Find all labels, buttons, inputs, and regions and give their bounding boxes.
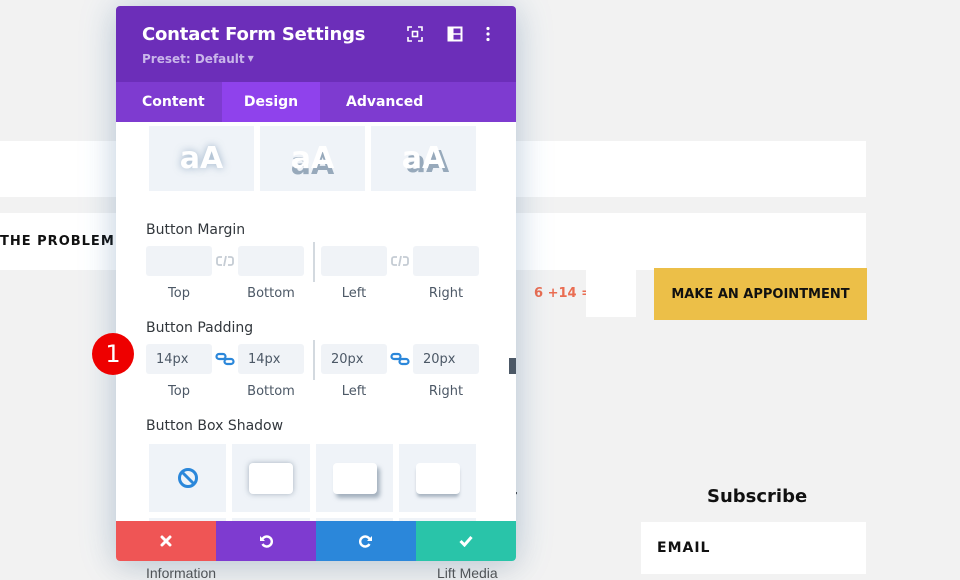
text-sample: aA bbox=[179, 141, 224, 176]
email-input[interactable]: EMAIL bbox=[641, 522, 866, 574]
redo-icon bbox=[359, 535, 372, 548]
margin-bottom-input[interactable] bbox=[238, 246, 304, 276]
make-appointment-button[interactable]: MAKE AN APPOINTMENT bbox=[654, 268, 867, 320]
margin-top-input[interactable] bbox=[146, 246, 212, 276]
caret-down-icon: ▼ bbox=[247, 54, 254, 63]
text-sample: aA bbox=[290, 141, 335, 176]
unlink-icon[interactable] bbox=[215, 254, 235, 268]
checkmark-icon bbox=[459, 536, 473, 547]
text-shadow-option-drop-diagonal[interactable]: aA bbox=[371, 126, 476, 191]
margin-top-label: Top bbox=[168, 286, 190, 301]
box-shadow-option-bottom[interactable] bbox=[399, 444, 476, 512]
problem-text: THE PROBLEM bbox=[0, 234, 115, 249]
step-callout-badge: 1 bbox=[92, 333, 134, 375]
preset-label: Preset: Default bbox=[142, 52, 245, 66]
text-shadow-option-glow[interactable]: aA bbox=[149, 126, 254, 191]
text-shadow-options: aA aA aA bbox=[149, 126, 476, 191]
padding-left-label: Left bbox=[341, 384, 367, 399]
padding-left-input[interactable] bbox=[321, 344, 387, 374]
margin-right-input[interactable] bbox=[413, 246, 479, 276]
settings-tabs: Content Design Advanced bbox=[116, 82, 516, 122]
save-button[interactable] bbox=[416, 521, 516, 561]
shadow-preview bbox=[332, 462, 377, 494]
tab-design[interactable]: Design bbox=[222, 82, 320, 122]
redo-button[interactable] bbox=[316, 521, 416, 561]
padding-top-label: Top bbox=[168, 384, 190, 399]
no-shadow-icon bbox=[177, 468, 198, 488]
link-icon[interactable] bbox=[390, 352, 410, 366]
modal-body[interactable]: aA aA aA Button Margin Top Bottom Left R… bbox=[116, 122, 516, 521]
box-shadow-options bbox=[149, 444, 476, 521]
split-view-icon[interactable] bbox=[447, 26, 463, 42]
expand-icon[interactable] bbox=[407, 26, 423, 42]
margin-right-label: Right bbox=[428, 286, 464, 301]
button-margin-controls: Top Bottom Left Right bbox=[146, 242, 479, 306]
box-shadow-option-all[interactable] bbox=[232, 444, 310, 512]
tab-content[interactable]: Content bbox=[116, 82, 222, 122]
padding-bottom-input[interactable] bbox=[238, 344, 304, 374]
preset-dropdown[interactable]: Preset: Default ▼ bbox=[142, 52, 254, 66]
modal-title: Contact Form Settings bbox=[142, 24, 366, 45]
padding-bottom-label: Bottom bbox=[247, 384, 295, 399]
divider bbox=[313, 340, 315, 380]
subscribe-heading: Subscribe bbox=[707, 486, 808, 507]
unlink-icon[interactable] bbox=[390, 254, 410, 268]
more-options-icon[interactable] bbox=[480, 26, 496, 42]
button-padding-label: Button Padding bbox=[146, 320, 254, 336]
divider bbox=[313, 242, 315, 282]
box-shadow-option-none[interactable] bbox=[149, 444, 226, 512]
close-icon bbox=[160, 535, 172, 547]
margin-bottom-label: Bottom bbox=[247, 286, 295, 301]
box-shadow-option-bottom-right[interactable] bbox=[316, 444, 393, 512]
captcha-question: 6 +14 = bbox=[534, 286, 592, 301]
button-padding-controls: Top Bottom Left Right bbox=[146, 340, 479, 404]
text-shadow-option-drop-below[interactable]: aA bbox=[260, 126, 365, 191]
contact-form-settings-modal: Contact Form Settings Preset: Default ▼ C… bbox=[116, 6, 516, 561]
footer-link-lift-media[interactable]: Lift Media bbox=[437, 565, 498, 580]
button-margin-label: Button Margin bbox=[146, 222, 246, 238]
padding-right-label: Right bbox=[428, 384, 464, 399]
cancel-button[interactable] bbox=[116, 521, 216, 561]
margin-left-input[interactable] bbox=[321, 246, 387, 276]
margin-left-label: Left bbox=[341, 286, 367, 301]
padding-right-input[interactable] bbox=[413, 344, 479, 374]
shadow-preview bbox=[249, 462, 293, 494]
shadow-preview bbox=[415, 462, 460, 494]
padding-top-input[interactable] bbox=[146, 344, 212, 374]
undo-icon bbox=[260, 535, 273, 548]
captcha-input[interactable] bbox=[586, 270, 636, 317]
footer-link-information[interactable]: Information bbox=[146, 565, 216, 580]
modal-action-bar bbox=[116, 521, 516, 561]
link-icon[interactable] bbox=[215, 352, 235, 366]
button-box-shadow-label: Button Box Shadow bbox=[146, 418, 284, 434]
tab-advanced[interactable]: Advanced bbox=[320, 82, 423, 122]
resize-handle[interactable] bbox=[509, 358, 516, 374]
undo-button[interactable] bbox=[216, 521, 316, 561]
text-sample: aA bbox=[401, 141, 446, 176]
modal-header: Contact Form Settings Preset: Default ▼ bbox=[116, 6, 516, 82]
